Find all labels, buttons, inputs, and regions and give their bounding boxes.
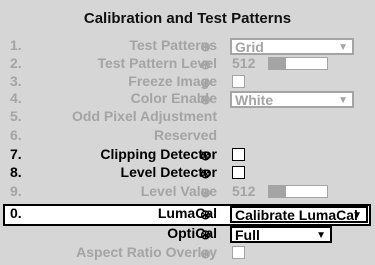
menu-item-number: 2.: [10, 55, 22, 71]
menu-item-number: 0.: [10, 205, 22, 221]
knob-icon: ⊛: [200, 92, 211, 107]
menu-item-number: 7.: [10, 146, 22, 162]
knob-icon: ⊛: [200, 185, 211, 200]
dropdown-value: White: [235, 92, 274, 108]
menu-item-number: 4.: [10, 90, 22, 106]
knob-icon: ⊛: [200, 148, 211, 163]
test-pattern-level-slider[interactable]: [268, 57, 328, 70]
level-value: 512: [232, 183, 256, 199]
knob-icon: ⊛: [200, 227, 211, 242]
lumacal-dropdown[interactable]: Calibrate LumaCal ▼: [230, 206, 368, 223]
knob-icon: ⊛: [200, 39, 211, 54]
knob-icon: ⊛: [200, 166, 211, 181]
freeze-image-checkbox[interactable]: [232, 75, 245, 88]
dropdown-value: Calibrate LumaCal: [235, 207, 358, 223]
menu-item-aspect-ratio-overlay[interactable]: Aspect Ratio Overlay ⊛: [0, 242, 375, 264]
level-value-slider[interactable]: [268, 185, 328, 198]
menu-item-label: Aspect Ratio Overlay: [76, 244, 217, 260]
optical-dropdown[interactable]: Full ▼: [230, 226, 332, 243]
menu-item-number: 9.: [10, 183, 22, 199]
level-value: 512: [232, 55, 256, 71]
menu-item-number: 5.: [10, 108, 22, 124]
aspect-ratio-overlay-checkbox[interactable]: [232, 246, 245, 259]
knob-icon: ⊛: [200, 57, 211, 72]
menu-item-number: 6.: [10, 127, 22, 143]
calibration-panel: Calibration and Test Patterns 1. Test Pat…: [0, 0, 375, 265]
menu-item-number: 3.: [10, 73, 22, 89]
slider-fill: [269, 186, 287, 197]
menu-item-label: Reserved: [153, 127, 217, 143]
clipping-detector-checkbox[interactable]: [232, 148, 245, 161]
menu-item-number: 8.: [10, 164, 22, 180]
menu-item-level-value[interactable]: 9. Level Value ⊛ 512: [0, 181, 375, 203]
menu-item-lumacal[interactable]: 0. LumaCal ⊛ Calibrate LumaCal ▼: [0, 203, 375, 225]
dropdown-value: Full: [235, 227, 260, 243]
slider-fill: [269, 58, 287, 69]
menu-item-label: Odd Pixel Adjustment: [72, 108, 217, 124]
triangle-down-icon: ▼: [352, 210, 362, 221]
dropdown-value: Grid: [235, 39, 264, 55]
triangle-down-icon: ▼: [316, 230, 326, 241]
level-detector-checkbox[interactable]: [232, 166, 245, 179]
menu-item-number: 1.: [10, 37, 22, 53]
panel-title: Calibration and Test Patterns: [0, 0, 375, 32]
knob-icon: ⊛: [200, 207, 211, 222]
knob-icon: ⊛: [200, 246, 211, 261]
